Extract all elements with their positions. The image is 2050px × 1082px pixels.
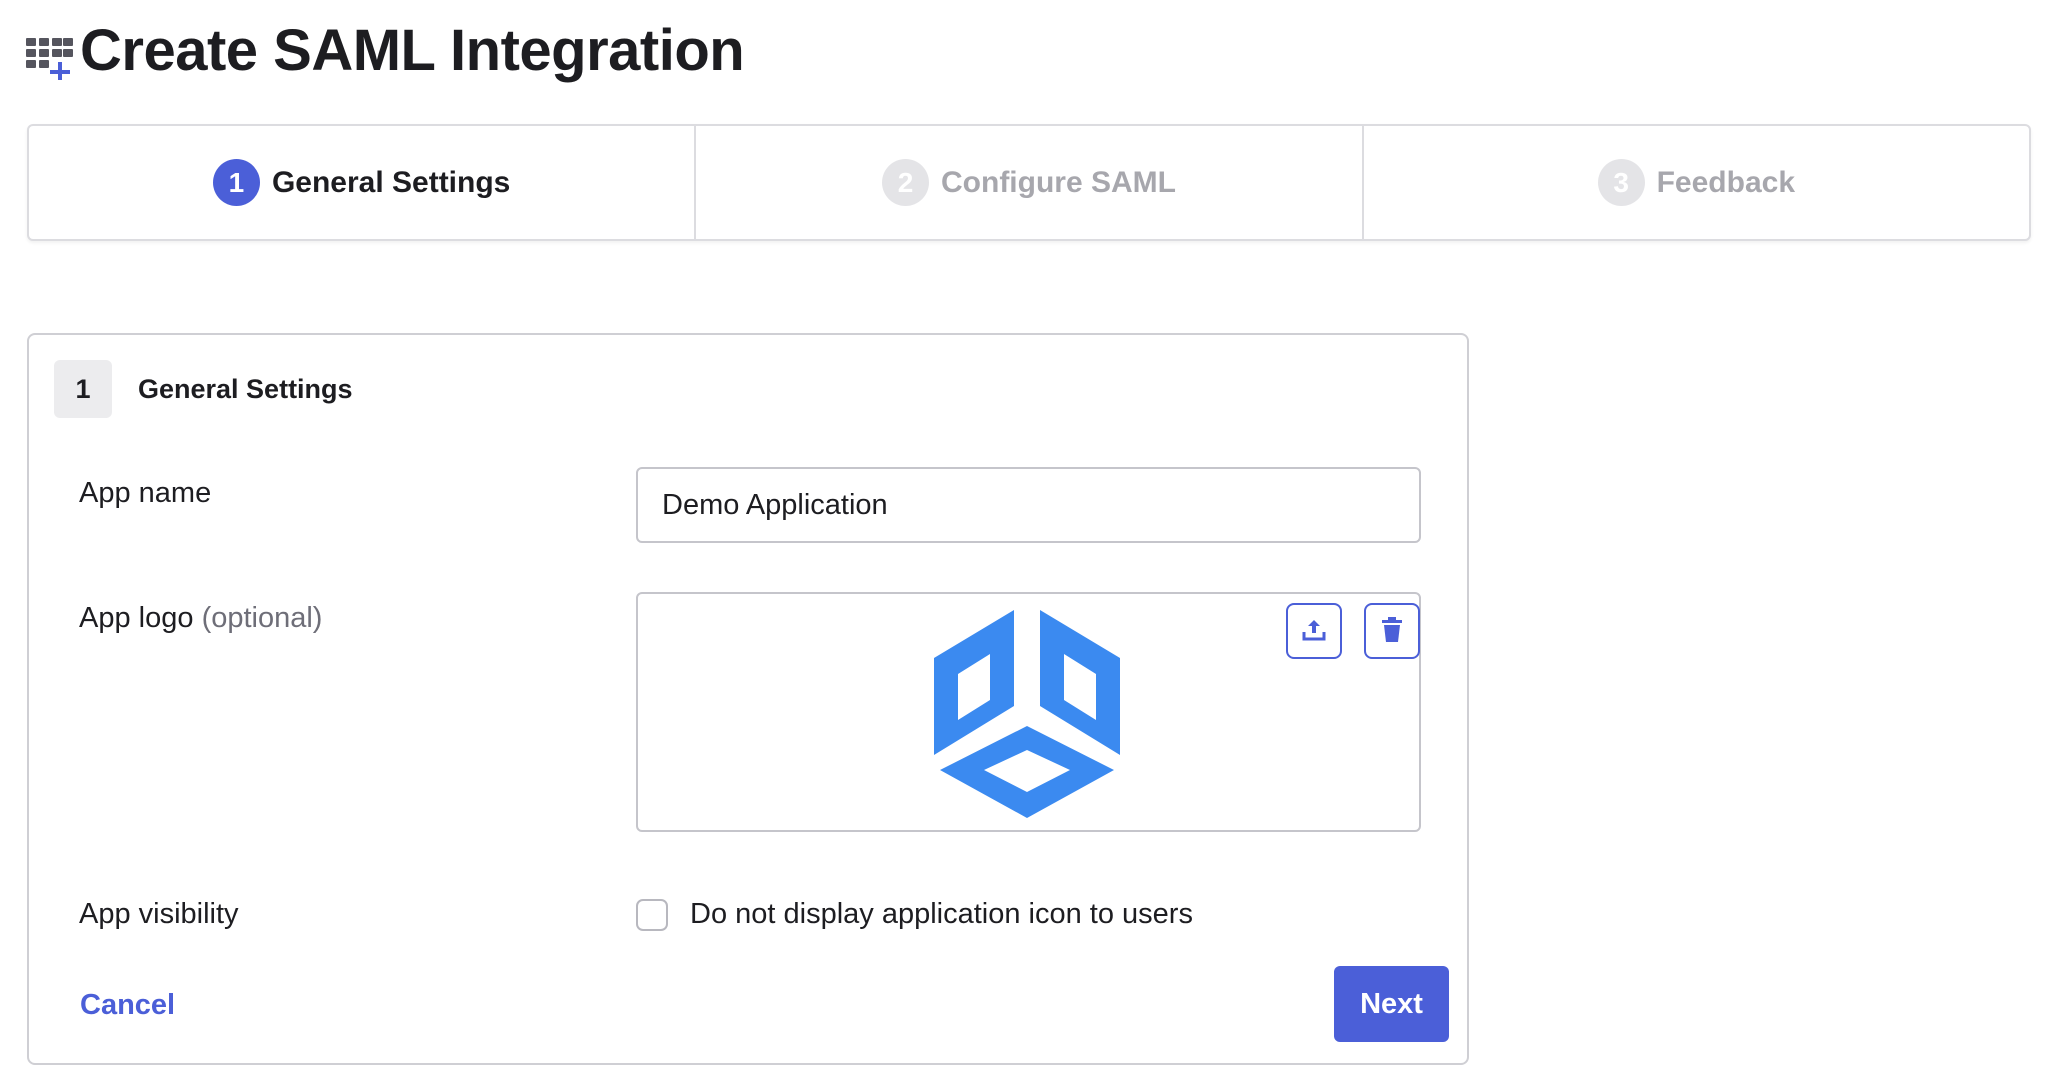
step-number-badge: 1 [212,159,260,206]
next-button[interactable]: Next [1334,966,1449,1042]
app-logo-label: App logo (optional) [79,602,322,635]
page-header: Create SAML Integration [26,18,745,83]
add-app-grid-icon [26,22,74,82]
app-name-input[interactable] [636,467,1421,543]
wizard-stepper: 1 General Settings 2 Configure SAML 3 Fe… [27,124,2031,241]
step-feedback: 3 Feedback [1361,126,2029,239]
upload-icon [1301,617,1327,646]
app-name-label: App name [79,477,212,509]
app-logo-image [934,610,1120,818]
hide-icon-checkbox[interactable] [636,898,668,931]
page-title: Create SAML Integration [80,18,745,83]
step-label: Configure SAML [941,165,1176,199]
step-number-badge: 3 [1597,159,1645,206]
step-label: Feedback [1656,165,1796,199]
general-settings-card: 1 General Settings App name App logo (op… [27,333,1469,1065]
delete-logo-button[interactable] [1364,603,1420,659]
cancel-button[interactable]: Cancel [80,989,175,1022]
app-visibility-label: App visibility [79,898,239,930]
step-general-settings: 1 General Settings [29,126,694,239]
step-label: General Settings [271,165,511,199]
card-header: 1 General Settings [54,360,353,418]
hide-icon-checkbox-row[interactable]: Do not display application icon to users [636,898,1193,931]
optional-text: (optional) [201,602,323,634]
card-step-number: 1 [54,360,112,418]
trash-icon [1381,616,1403,646]
hide-icon-checkbox-label[interactable]: Do not display application icon to users [690,898,1193,931]
step-number-badge: 2 [882,159,929,206]
app-logo-dropzone[interactable] [636,592,1421,832]
app-logo-label-text: App logo [79,602,194,634]
card-title: General Settings [138,373,353,404]
upload-logo-button[interactable] [1286,603,1342,659]
step-configure-saml: 2 Configure SAML [694,126,1361,239]
